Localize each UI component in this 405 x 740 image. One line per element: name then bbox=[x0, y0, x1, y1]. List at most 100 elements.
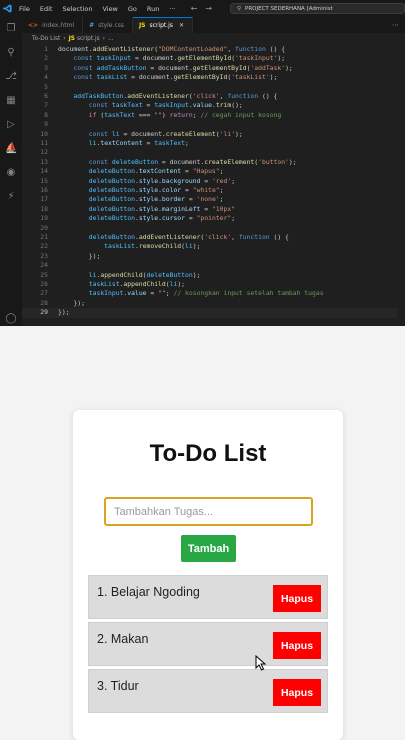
code-line[interactable]: 6 addTaskButton.addEventListener('click'… bbox=[22, 92, 405, 101]
back-arrow-icon[interactable]: ← bbox=[187, 4, 202, 13]
code-line[interactable]: 25 li.appendChild(deleteButton); bbox=[22, 271, 405, 280]
tab-index-html[interactable]: <> index.html bbox=[22, 17, 84, 33]
code-text: }); bbox=[58, 298, 85, 307]
code-line[interactable]: 29}); bbox=[22, 308, 405, 318]
add-task-button[interactable]: Tambah bbox=[181, 535, 236, 562]
code-text: }); bbox=[58, 251, 101, 260]
line-number: 4 bbox=[44, 73, 48, 82]
explorer-icon[interactable]: ❐ bbox=[5, 23, 17, 35]
line-number: 20 bbox=[40, 223, 48, 232]
extensions-icon[interactable]: ▦ bbox=[5, 95, 17, 107]
menu-more[interactable]: ··· bbox=[164, 5, 180, 13]
code-text: deleteButton.textContent = "Hapus"; bbox=[88, 167, 224, 176]
code-text: taskList.removeChild(li); bbox=[104, 242, 201, 251]
html-file-icon: <> bbox=[28, 21, 39, 29]
search-label: PROJECT SEDERHANA [Administ bbox=[245, 5, 333, 12]
code-line[interactable]: 7 const taskText = taskInput.value.trim(… bbox=[22, 101, 405, 110]
tab-script-js[interactable]: JS script.js ✕ bbox=[132, 17, 193, 33]
code-line[interactable]: 16 deleteButton.style.color = "white"; bbox=[22, 186, 405, 195]
code-line[interactable]: 9 bbox=[22, 120, 405, 129]
code-text: const taskInput = document.getElementByI… bbox=[73, 54, 286, 63]
menubar: File Edit Selection View Go Run ··· ← → … bbox=[0, 0, 405, 17]
code-area[interactable]: 1 document.addEventListener("DOMContentLo… bbox=[22, 45, 405, 326]
todo-card: To-Do List Tambah 1. Belajar Ngoding Hap… bbox=[73, 410, 343, 740]
breadcrumb-file[interactable]: script.js bbox=[77, 36, 100, 42]
code-line[interactable]: 12 bbox=[22, 148, 405, 157]
run-debug-icon[interactable]: ▷ bbox=[5, 119, 17, 131]
menu-run[interactable]: Run bbox=[142, 5, 164, 13]
code-text: const addTaskButton = document.getElemen… bbox=[73, 63, 293, 72]
line-number: 1 bbox=[44, 45, 48, 53]
line-number: 27 bbox=[40, 289, 48, 298]
line-number: 15 bbox=[40, 176, 48, 185]
task-input[interactable] bbox=[104, 497, 313, 526]
code-editor-window: File Edit Selection View Go Run ··· ← → … bbox=[0, 0, 405, 326]
code-line[interactable]: 18 deleteButton.style.marginLeft = "10px… bbox=[22, 205, 405, 214]
code-line[interactable]: 11 li.textContent = taskText; bbox=[22, 139, 405, 148]
code-line[interactable]: 26 taskList.appendChild(li); bbox=[22, 280, 405, 289]
line-number: 5 bbox=[44, 82, 48, 91]
code-text: }); bbox=[58, 308, 70, 317]
delete-task-button[interactable]: Hapus bbox=[273, 632, 321, 659]
code-text: if (taskText === "") return; // cegah in… bbox=[88, 110, 282, 119]
line-number: 13 bbox=[40, 157, 48, 166]
task-list: 1. Belajar Ngoding Hapus 2. Makan Hapus … bbox=[88, 575, 328, 716]
line-number: 2 bbox=[44, 54, 48, 63]
docker-icon[interactable]: ⛵ bbox=[5, 143, 17, 155]
code-line[interactable]: 13 const deleteButton = document.createE… bbox=[22, 158, 405, 167]
delete-task-button[interactable]: Hapus bbox=[273, 585, 321, 612]
code-text: const taskText = taskInput.value.trim(); bbox=[88, 101, 243, 110]
code-line[interactable]: 28 }); bbox=[22, 299, 405, 308]
code-line[interactable]: 8 if (taskText === "") return; // cegah … bbox=[22, 111, 405, 120]
github-icon[interactable]: ◉ bbox=[5, 167, 17, 179]
code-line[interactable]: 19 deleteButton.style.cursor = "pointer"… bbox=[22, 214, 405, 223]
source-control-icon[interactable]: ⎇ bbox=[5, 71, 17, 83]
code-line[interactable]: 17 deleteButton.style.border = 'none'; bbox=[22, 195, 405, 204]
task-text: 2. Makan bbox=[97, 632, 149, 646]
code-text: addTaskButton.addEventListener('click', … bbox=[73, 92, 278, 100]
breadcrumb: To-Do List › JS script.js › ... bbox=[22, 33, 113, 44]
mouse-pointer-icon bbox=[255, 655, 267, 671]
minimap[interactable] bbox=[397, 45, 405, 326]
code-line[interactable]: 20 bbox=[22, 224, 405, 233]
delete-task-button[interactable]: Hapus bbox=[273, 679, 321, 706]
code-line[interactable]: 27 taskInput.value = ""; // kosongkan in… bbox=[22, 289, 405, 298]
code-line[interactable]: 5 bbox=[22, 83, 405, 92]
line-number: 26 bbox=[40, 280, 48, 288]
code-text: const li = document.createElement('li'); bbox=[88, 129, 243, 138]
code-line[interactable]: 24 bbox=[22, 261, 405, 270]
breadcrumb-symbol[interactable]: ... bbox=[108, 36, 114, 42]
code-text: const deleteButton = document.createElem… bbox=[88, 157, 297, 166]
code-line[interactable]: 23 }); bbox=[22, 252, 405, 261]
code-line[interactable]: 4 const taskList = document.getElementBy… bbox=[22, 73, 405, 82]
code-text: deleteButton.style.color = "white"; bbox=[88, 186, 224, 194]
code-line[interactable]: 22 taskList.removeChild(li); bbox=[22, 242, 405, 251]
code-line[interactable]: 10 const li = document.createElement('li… bbox=[22, 130, 405, 139]
code-line[interactable]: 3 const addTaskButton = document.getElem… bbox=[22, 64, 405, 73]
menu-selection[interactable]: Selection bbox=[57, 5, 97, 13]
command-center-search[interactable]: ⚲ PROJECT SEDERHANA [Administ bbox=[230, 3, 405, 14]
forward-arrow-icon[interactable]: → bbox=[201, 4, 216, 13]
live-share-icon[interactable]: ⚡ bbox=[5, 191, 17, 203]
close-tab-icon[interactable]: ✕ bbox=[179, 22, 184, 29]
code-line[interactable]: 15 deleteButton.style.background = 'red'… bbox=[22, 177, 405, 186]
breadcrumb-folder[interactable]: To-Do List bbox=[32, 36, 60, 42]
code-line[interactable]: 14 deleteButton.textContent = "Hapus"; bbox=[22, 167, 405, 176]
more-actions-icon[interactable]: ⋯ bbox=[386, 17, 405, 33]
code-text: document.addEventListener("DOMContentLoa… bbox=[58, 45, 286, 53]
line-number: 3 bbox=[44, 63, 48, 72]
line-number: 12 bbox=[40, 148, 48, 157]
menu-edit[interactable]: Edit bbox=[35, 5, 58, 13]
code-line[interactable]: 21 deleteButton.addEventListener('click'… bbox=[22, 233, 405, 242]
line-number: 23 bbox=[40, 251, 48, 260]
code-text: deleteButton.style.border = 'none'; bbox=[88, 195, 224, 204]
search-view-icon[interactable]: ⚲ bbox=[5, 47, 17, 59]
tab-style-css[interactable]: # style.css bbox=[83, 17, 133, 33]
menu-go[interactable]: Go bbox=[123, 5, 142, 13]
account-icon[interactable]: ◯ bbox=[5, 313, 17, 325]
code-line[interactable]: 2 const taskInput = document.getElementB… bbox=[22, 54, 405, 63]
menu-view[interactable]: View bbox=[97, 5, 122, 13]
code-line[interactable]: 1 document.addEventListener("DOMContentLo… bbox=[22, 45, 405, 54]
menu-file[interactable]: File bbox=[14, 5, 35, 13]
code-text: deleteButton.style.cursor = "pointer"; bbox=[88, 214, 236, 223]
